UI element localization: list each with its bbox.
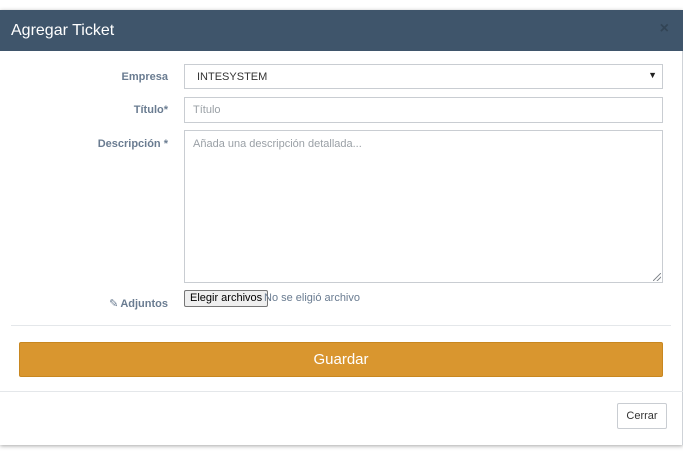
modal-title: Agregar Ticket	[11, 22, 115, 39]
empresa-label: Empresa	[121, 71, 168, 83]
titulo-placeholder: Título	[193, 104, 221, 116]
adjuntos-label-text: Adjuntos	[120, 298, 168, 310]
form-divider	[11, 325, 671, 326]
descripcion-placeholder: Añada una descripción detallada...	[193, 138, 362, 150]
add-ticket-modal: Agregar Ticket × Empresa INTESYSTEM ▼ Tí…	[0, 10, 683, 445]
footer-divider	[0, 391, 683, 392]
chevron-down-icon: ▼	[648, 70, 657, 80]
backdrop	[0, 0, 683, 10]
empresa-selected-value: INTESYSTEM	[197, 71, 268, 83]
titulo-input[interactable]: Título	[184, 97, 663, 123]
descripcion-textarea[interactable]: Añada una descripción detallada...	[184, 130, 663, 283]
adjuntos-label: ✎ Adjuntos	[109, 297, 168, 310]
close-icon[interactable]: ×	[660, 19, 669, 39]
choose-files-button[interactable]: Elegir archivos	[184, 290, 269, 307]
file-status-text: No se eligió archivo	[264, 292, 360, 304]
modal-header: Agregar Ticket ×	[0, 10, 683, 51]
titulo-label: Título*	[133, 104, 168, 116]
save-button[interactable]: Guardar	[19, 342, 663, 377]
descripcion-label: Descripción *	[97, 138, 168, 150]
close-button[interactable]: Cerrar	[617, 403, 667, 429]
resize-handle-icon[interactable]	[653, 273, 661, 281]
empresa-select[interactable]: INTESYSTEM ▼	[184, 64, 663, 89]
paperclip-icon: ✎	[109, 298, 119, 310]
